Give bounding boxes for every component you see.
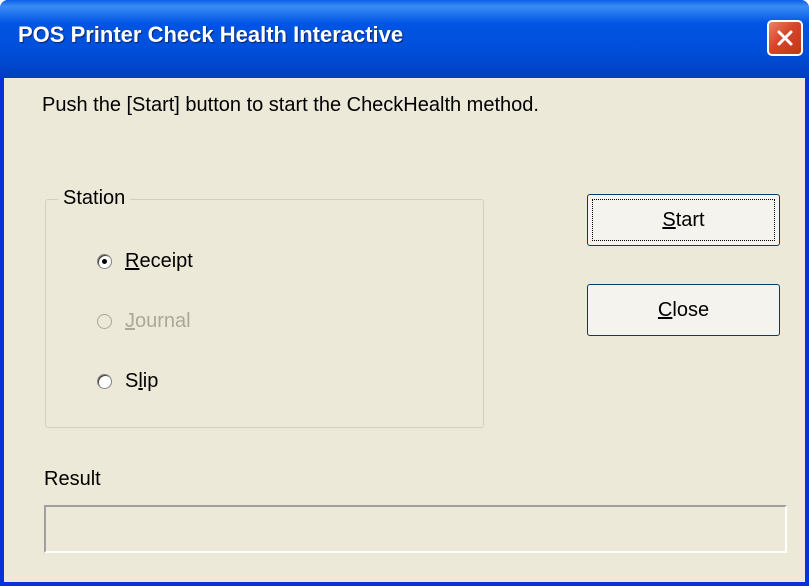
radio-slip-label: Slip — [125, 369, 159, 392]
radio-receipt-label: Receipt — [125, 249, 193, 272]
instruction-text: Push the [Start] button to start the Che… — [42, 94, 539, 116]
radio-journal-label: Journal — [125, 309, 191, 332]
result-label: Result — [44, 468, 101, 490]
start-button[interactable]: Start — [587, 194, 780, 246]
radio-receipt[interactable]: Receipt — [97, 248, 193, 274]
close-button[interactable]: Close — [587, 284, 780, 336]
window-title: POS Printer Check Health Interactive — [18, 22, 404, 47]
radio-journal: Journal — [97, 308, 191, 334]
radio-selected-dot — [102, 258, 107, 264]
radio-slip-indicator[interactable] — [97, 373, 112, 389]
station-group-label: Station — [58, 187, 131, 210]
close-button-label: Close — [657, 298, 710, 321]
close-icon — [777, 30, 793, 46]
radio-journal-indicator — [97, 313, 112, 329]
close-window-button[interactable] — [767, 20, 803, 56]
start-button-label: Start — [662, 208, 705, 231]
radio-slip[interactable]: Slip — [97, 368, 158, 394]
result-field — [44, 505, 787, 553]
radio-receipt-indicator[interactable] — [97, 253, 112, 269]
title-bar[interactable]: POS Printer Check Health Interactive — [0, 0, 809, 78]
